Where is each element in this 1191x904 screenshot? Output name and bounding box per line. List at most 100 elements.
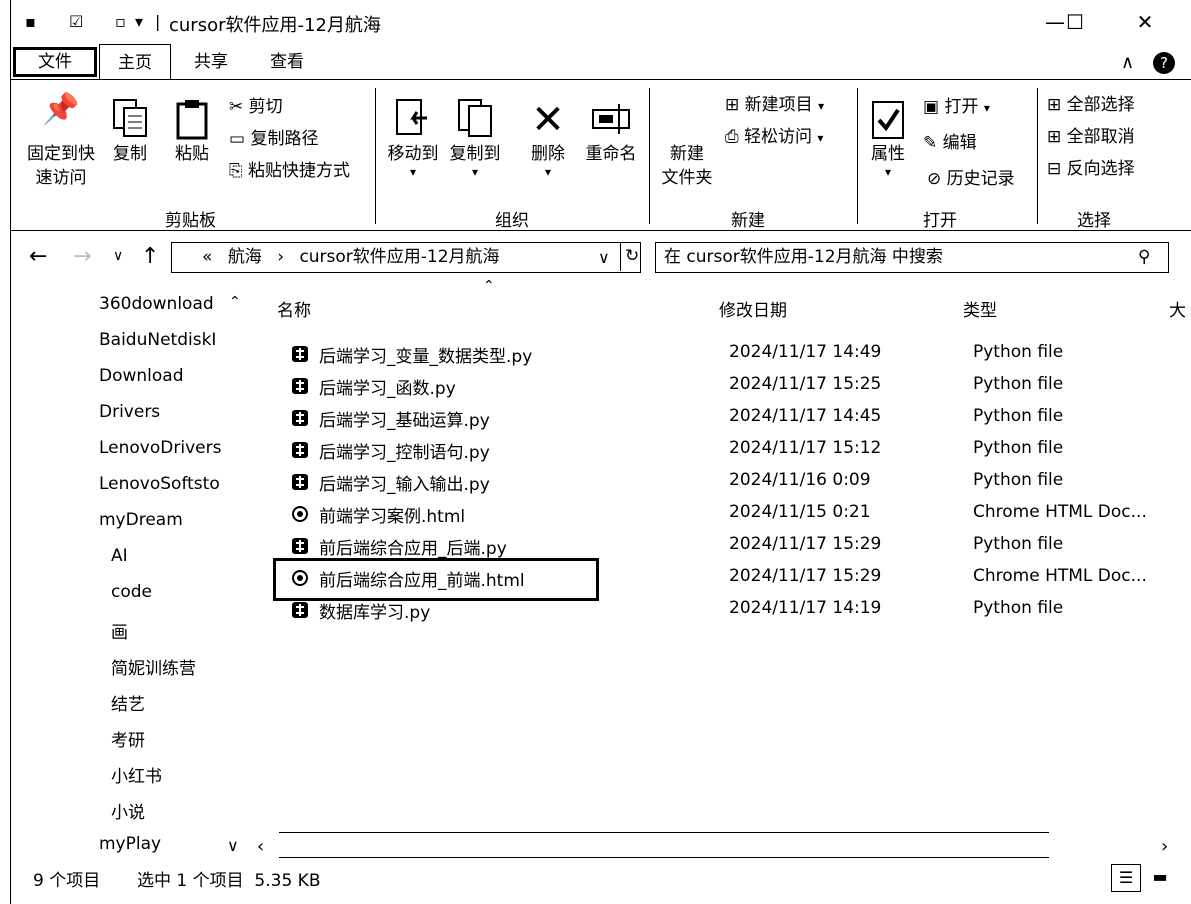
hscroll-left-icon[interactable]: ‹ [257, 836, 264, 857]
nav-scroll-up-icon[interactable]: ⌃ [229, 294, 241, 310]
nav-item[interactable]: 小红书 [111, 762, 162, 787]
invert-selection-button[interactable]: ⊟ 反向选择 [1047, 158, 1135, 180]
nav-scroll-down-icon[interactable]: ∨ [227, 836, 239, 855]
copy-label: 复制 [113, 144, 147, 164]
select-all-button[interactable]: ⊞ 全部选择 [1047, 94, 1135, 116]
group-select-label: 选择 [1077, 211, 1111, 231]
file-row[interactable]: 后端学习_控制语句.py 2024/11/17 15:12 Python file [273, 434, 1173, 466]
nav-item[interactable]: BaiduNetdiskI [99, 330, 216, 350]
paste-shortcut-label: 粘贴快捷方式 [248, 161, 351, 181]
copy-path-button[interactable]: ▭ 复制路径 [229, 128, 318, 150]
open-button[interactable]: ▣ 打开 ▾ [923, 96, 990, 119]
rename-label: 重命名 [585, 144, 637, 164]
hscroll-thumb[interactable] [279, 832, 1049, 858]
file-type: Chrome HTML Doc... [973, 502, 1147, 522]
tab-file[interactable]: 文件 [13, 47, 97, 77]
paste-button[interactable]: 粘贴 [167, 98, 217, 166]
nav-item[interactable]: 小说 [111, 798, 145, 823]
maximize-button[interactable]: ☐ [1055, 8, 1095, 38]
paste-label: 粘贴 [175, 144, 209, 164]
help-icon[interactable]: ? [1153, 52, 1175, 74]
navigation-bar: ← → ∨ ↑ « 航海 › cursor软件应用-12月航海 ∨ ↻ 在 cu… [11, 238, 1191, 278]
search-icon[interactable]: ⚲ [1138, 243, 1150, 272]
refresh-icon[interactable]: ↻ [620, 242, 640, 271]
address-bar[interactable]: « 航海 › cursor软件应用-12月航海 ∨ ↻ [171, 242, 641, 273]
delete-chevron-icon: ▾ [544, 165, 552, 179]
nav-item[interactable]: myPlay [99, 834, 161, 854]
pin-quick-access-button[interactable]: 📌 固定到快 速访问 [19, 95, 103, 190]
tab-view[interactable]: 查看 [259, 44, 315, 80]
move-to-button[interactable]: 移动到 ▾ [383, 98, 443, 178]
python-icon [291, 441, 309, 459]
properties-quick-icon[interactable]: ☑ [69, 12, 83, 31]
easy-access-button[interactable]: ⎙ 轻松访问 ▾ [725, 126, 823, 149]
explorer-window: ▪ ☑ ▫ ▾ | cursor软件应用-12月航海 — ☐ ✕ 文件 主页 共… [10, 0, 1191, 904]
breadcrumb-hanghai[interactable]: 航海 [228, 247, 262, 267]
nav-item[interactable]: LenovoDrivers [99, 438, 221, 458]
ribbon-tabs: 文件 主页 共享 查看 ∧ ? [11, 44, 1191, 80]
move-to-icon [383, 98, 443, 142]
details-view-icon[interactable]: ☰ [1111, 864, 1141, 892]
select-all-icon: ⊞ [1047, 95, 1062, 115]
address-overflow[interactable]: « [202, 247, 212, 267]
file-modified-date: 2024/11/16 0:09 [729, 470, 871, 490]
new-folder-quick-icon[interactable]: ▫ [115, 12, 126, 31]
customize-qa-chevron-icon[interactable]: ▾ [135, 12, 143, 31]
large-icons-view-icon[interactable]: ▬ [1145, 864, 1175, 892]
hscroll-right-icon[interactable]: › [1161, 836, 1168, 857]
new-item-button[interactable]: ⊞ 新建项目 ▾ [725, 94, 824, 117]
nav-item[interactable]: code [111, 582, 152, 602]
back-arrow-icon[interactable]: ← [29, 244, 47, 269]
paste-shortcut-button[interactable]: ⎘ 粘贴快捷方式 [229, 160, 350, 182]
nav-item[interactable]: AI [111, 546, 128, 566]
column-modified-header[interactable]: 修改日期 [719, 296, 787, 321]
properties-button[interactable]: 属性 ▾ [863, 98, 913, 178]
recent-locations-chevron-icon[interactable]: ∨ [113, 248, 123, 264]
nav-item[interactable]: 考研 [111, 726, 145, 751]
file-name: 前端学习案例.html [319, 507, 466, 527]
copy-button[interactable]: 复制 [105, 98, 155, 166]
nav-item[interactable]: 结艺 [111, 690, 145, 715]
nav-item[interactable]: 画 [111, 618, 128, 643]
tab-home[interactable]: 主页 [99, 44, 171, 80]
file-row[interactable]: 后端学习_基础运算.py 2024/11/17 14:45 Python file [273, 402, 1173, 434]
up-arrow-icon[interactable]: ↑ [141, 244, 159, 269]
file-name: 后端学习_输入输出.py [319, 475, 490, 495]
history-button[interactable]: ⊘ 历史记录 [927, 168, 1015, 190]
forward-arrow-icon[interactable]: → [73, 244, 91, 269]
file-row[interactable]: 前端学习案例.html 2024/11/15 0:21 Chrome HTML Do… [273, 498, 1173, 530]
new-item-label: 新建项目 [744, 95, 813, 115]
nav-item[interactable]: Drivers [99, 402, 160, 422]
delete-button[interactable]: ✕ 删除 ▾ [523, 98, 573, 178]
copy-to-button[interactable]: 复制到 ▾ [445, 98, 505, 178]
close-button[interactable]: ✕ [1125, 8, 1165, 38]
cut-button[interactable]: ✂ 剪切 [229, 96, 283, 118]
nav-item[interactable]: 简妮训练营 [111, 654, 196, 679]
address-dropdown-chevron-icon[interactable]: ∨ [598, 243, 610, 272]
new-folder-button[interactable]: 新建 文件夹 [653, 98, 721, 190]
select-none-button[interactable]: ⊞ 全部取消 [1047, 126, 1135, 148]
column-size-header[interactable]: 大 [1169, 296, 1186, 321]
file-modified-date: 2024/11/17 15:12 [729, 438, 882, 458]
file-row[interactable]: 后端学习_输入输出.py 2024/11/16 0:09 Python file [273, 466, 1173, 498]
cut-label: 剪切 [248, 97, 283, 117]
column-type-header[interactable]: 类型 [963, 296, 997, 321]
breadcrumb-current-folder[interactable]: cursor软件应用-12月航海 [299, 247, 499, 267]
edit-button[interactable]: ✎ 编辑 [923, 132, 977, 154]
quick-access-icon[interactable]: ▪ [25, 12, 36, 31]
open-icon: ▣ [923, 97, 940, 117]
paste-shortcut-icon: ⎘ [229, 161, 243, 181]
file-row[interactable]: 后端学习_变量_数据类型.py 2024/11/17 14:49 Python fi… [273, 338, 1173, 370]
rename-button[interactable]: 重命名 [581, 98, 641, 166]
tab-share[interactable]: 共享 [183, 44, 239, 80]
collapse-ribbon-chevron-icon[interactable]: ∧ [1121, 52, 1134, 73]
search-input[interactable]: 在 cursor软件应用-12月航海 中搜索 ⚲ [655, 242, 1169, 273]
nav-item[interactable]: Download [99, 366, 184, 386]
column-name-header[interactable]: 名称 [277, 296, 311, 321]
nav-item[interactable]: myDream [99, 510, 183, 530]
nav-item[interactable]: LenovoSoftsto [99, 474, 220, 494]
nav-item[interactable]: 360download [99, 294, 214, 314]
file-row[interactable]: 后端学习_函数.py 2024/11/17 15:25 Python file [273, 370, 1173, 402]
file-type: Python file [973, 470, 1064, 490]
breadcrumb-separator[interactable]: › [277, 247, 284, 267]
